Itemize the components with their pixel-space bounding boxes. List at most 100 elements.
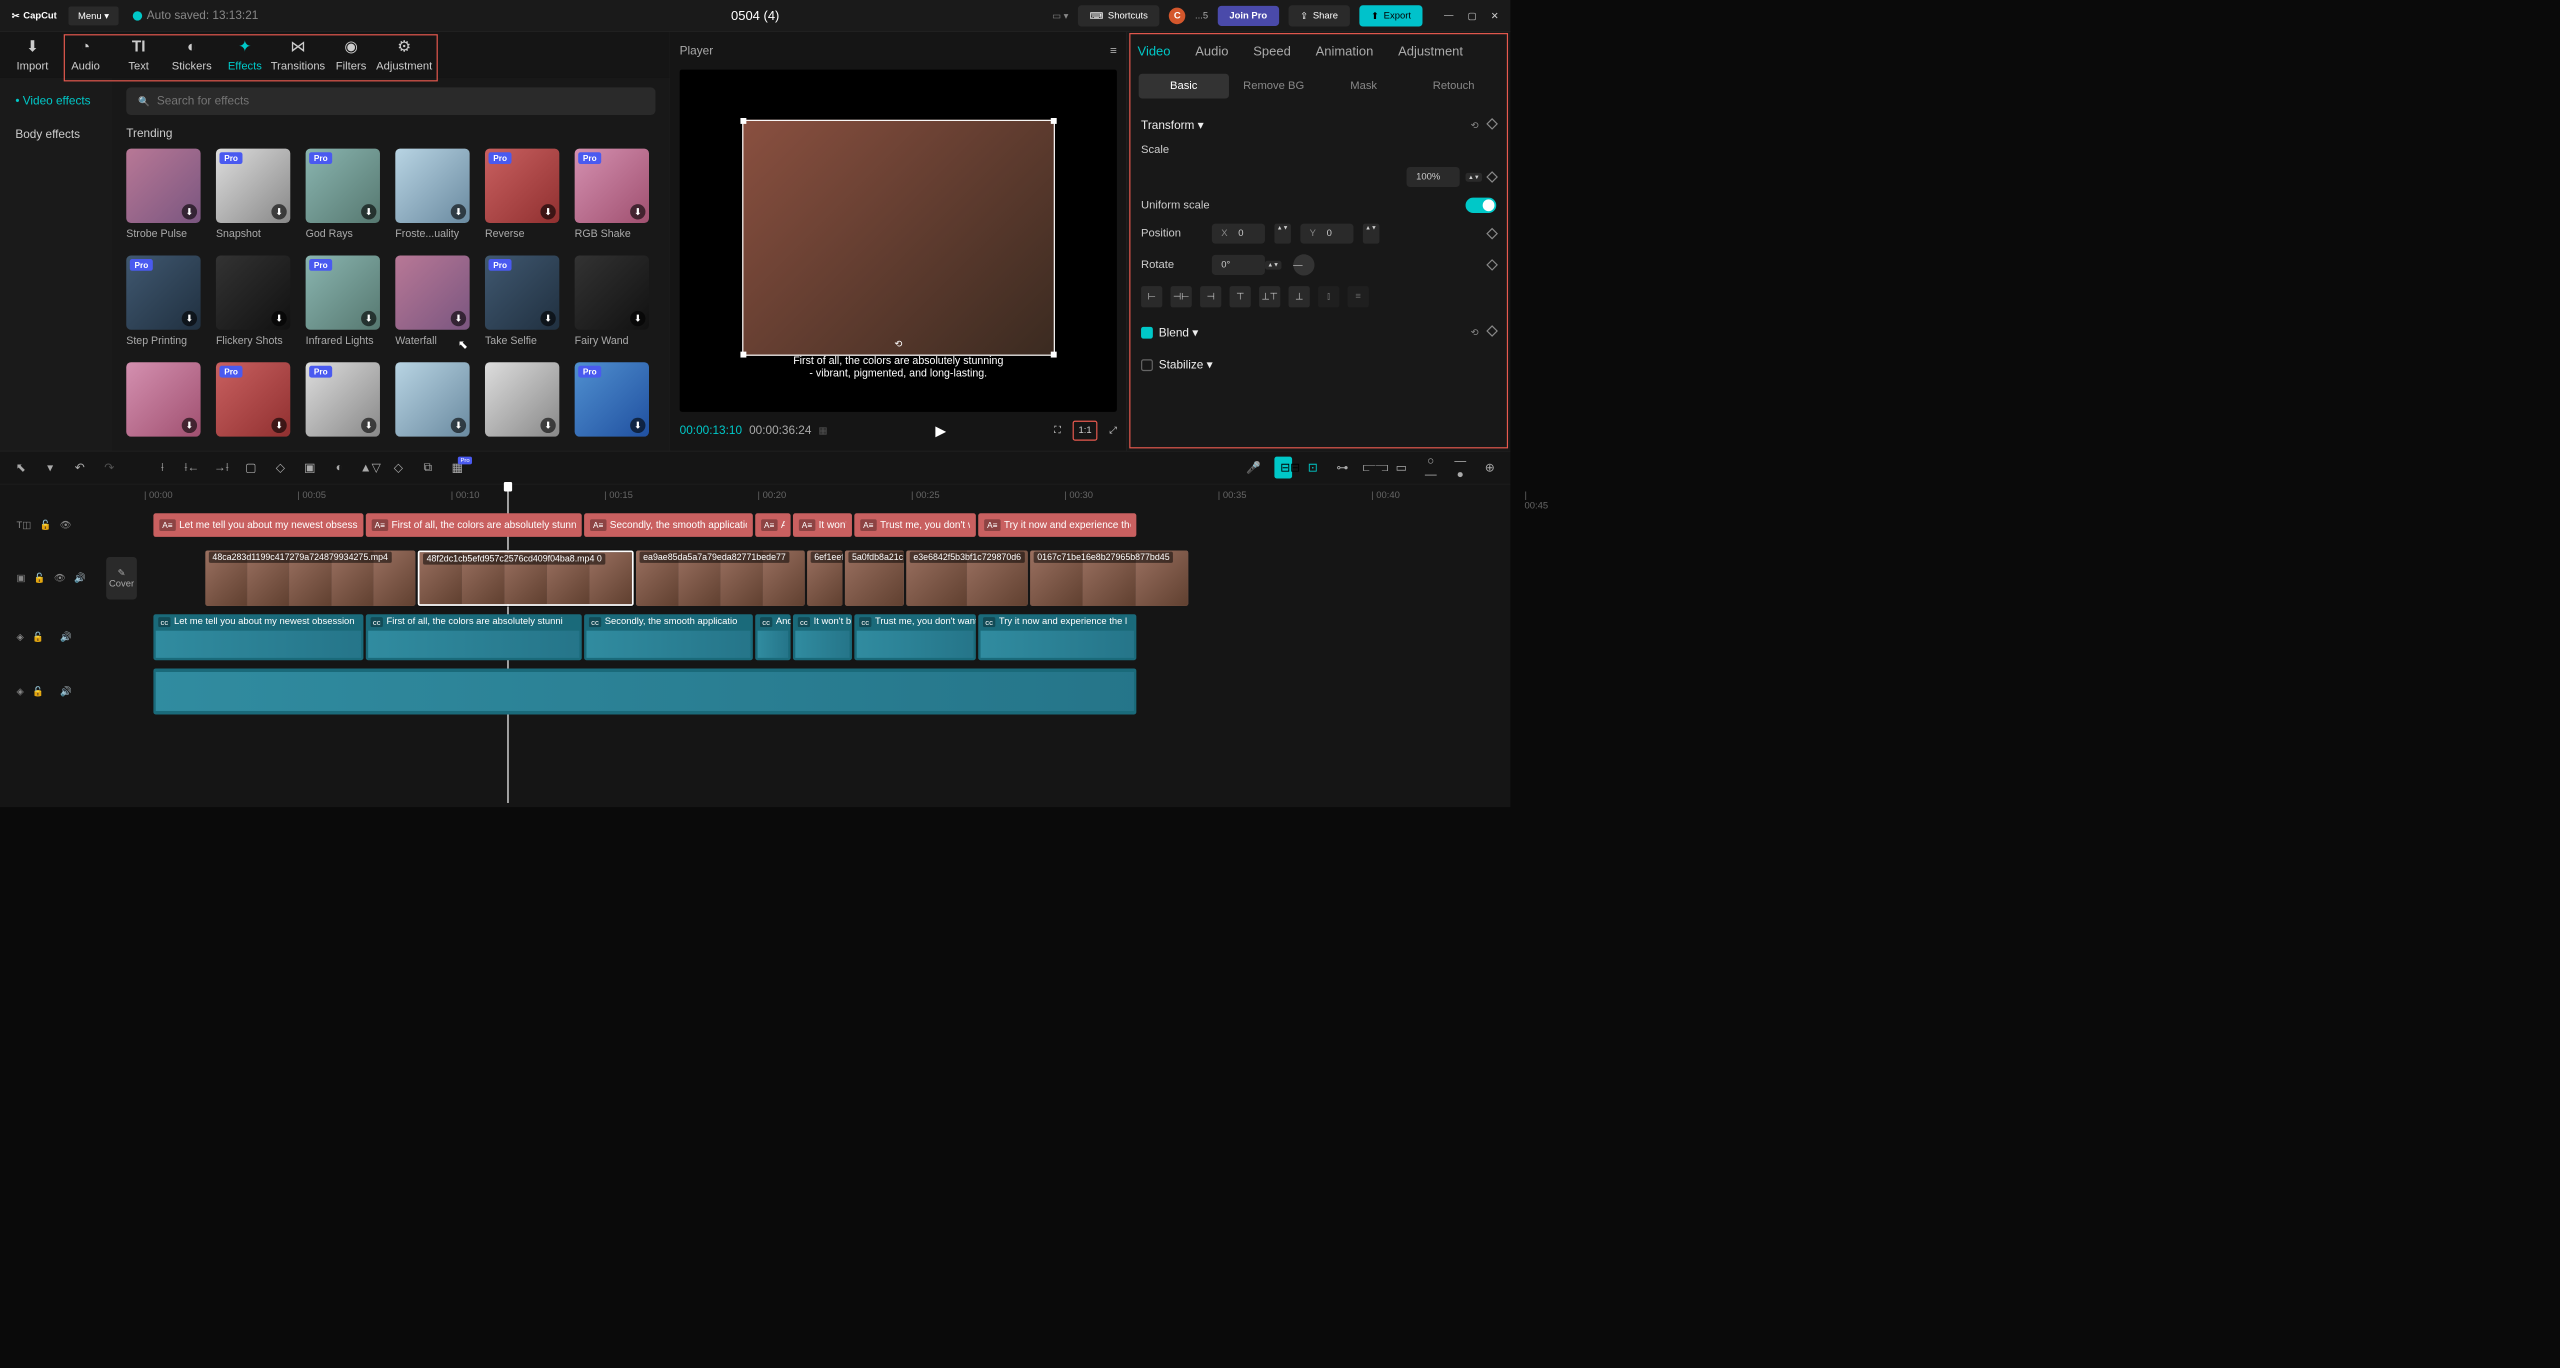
props-tab-audio[interactable]: Audio	[1193, 39, 1231, 64]
tab-filters[interactable]: ◉Filters	[325, 32, 378, 77]
align-center-h-icon[interactable]: ⊣⊢	[1171, 286, 1192, 307]
track-video-mute-icon[interactable]: 🔊	[74, 572, 86, 584]
snap-icon[interactable]: ⫍⫎	[1363, 461, 1381, 475]
track-text-type-icon[interactable]: T◫	[17, 519, 32, 531]
rotate-handle-icon[interactable]: ⟲	[894, 338, 902, 350]
props-tab-animation[interactable]: Animation	[1313, 39, 1375, 64]
effect-item[interactable]: Pro⬇Step Printing	[126, 255, 200, 346]
text-clip[interactable]: A≡Secondly, the smooth applicatio	[584, 513, 753, 537]
scale-value[interactable]: 100%	[1407, 167, 1460, 187]
effect-item[interactable]: ⬇Flickery Shots	[216, 255, 290, 346]
cover-button[interactable]: ✎Cover	[106, 557, 137, 599]
preview-icon[interactable]: ▭	[1392, 460, 1410, 475]
section-blend[interactable]: Blend ▾	[1159, 325, 1198, 340]
download-icon[interactable]: ⬇	[182, 311, 197, 326]
effect-item[interactable]: Pro⬇God Rays	[306, 149, 380, 240]
effect-item[interactable]: ⬇Froste...uality	[395, 149, 469, 240]
bookmark-icon[interactable]: ◇	[271, 460, 289, 475]
track-video-lock-icon[interactable]: 🔓	[34, 572, 46, 584]
props-tab-speed[interactable]: Speed	[1251, 39, 1293, 64]
props-tab-video[interactable]: Video	[1135, 39, 1173, 64]
section-transform[interactable]: Transform ▾	[1141, 118, 1204, 133]
track-audio1-mute-icon[interactable]: 🔊	[60, 631, 72, 643]
search-input-container[interactable]: 🔍	[126, 87, 655, 115]
speed-icon[interactable]: ◐	[330, 461, 348, 475]
download-icon[interactable]: ⬇	[361, 311, 376, 326]
tab-import[interactable]: ⬇Import	[6, 32, 59, 77]
keyframe-blend-icon[interactable]	[1486, 325, 1498, 337]
track-video-type-icon[interactable]: ▣	[17, 572, 26, 584]
subtab-retouch[interactable]: Retouch	[1409, 74, 1499, 99]
effect-item[interactable]: Pro⬇Snapshot	[216, 149, 290, 240]
redo-icon[interactable]: ↷	[100, 460, 118, 475]
maximize-icon[interactable]: ▢	[1468, 10, 1477, 22]
text-clip[interactable]: A≡And s	[755, 513, 790, 537]
ai-tool-icon[interactable]: ▦Pro	[448, 460, 466, 475]
align-center-v-icon[interactable]: ⊥⊤	[1259, 286, 1280, 307]
link-icon[interactable]: ⊶	[1333, 460, 1351, 475]
video-clip[interactable]: 48ca283d1199c417279a724879934275.mp4	[205, 550, 415, 605]
crop-icon[interactable]: ⧉	[419, 461, 437, 475]
link-highlight-icon[interactable]: ⊡	[1304, 460, 1322, 475]
effect-item[interactable]: Pro⬇Infrared Lights	[306, 255, 380, 346]
text-clip[interactable]: A≡First of all, the colors are absolutel…	[366, 513, 582, 537]
align-left-icon[interactable]: ⊢	[1141, 286, 1162, 307]
rotate-value[interactable]: 0°	[1212, 255, 1265, 275]
reset-icon[interactable]: ⟲	[1471, 119, 1479, 131]
track-text-lock-icon[interactable]: 🔓	[39, 519, 51, 531]
video-clip[interactable]: 0167c71be16e8b27965b877bd45	[1030, 550, 1188, 605]
join-pro-button[interactable]: Join Pro	[1218, 6, 1279, 26]
effect-item[interactable]: Pro⬇RGB Shake	[575, 149, 649, 240]
download-icon[interactable]: ⬇	[630, 204, 645, 219]
rotate-tool-icon[interactable]: ◇	[389, 460, 407, 475]
reset-blend-icon[interactable]: ⟲	[1471, 327, 1479, 339]
track-audio1-lock-icon[interactable]: 🔓	[32, 631, 44, 643]
tab-audio[interactable]: ◔Audio	[59, 32, 112, 77]
download-icon[interactable]: ⬇	[451, 204, 466, 219]
section-stabilize[interactable]: Stabilize ▾	[1159, 358, 1213, 373]
fullscreen-icon[interactable]: ⤢	[1109, 425, 1117, 436]
effect-item[interactable]: Pro⬇	[306, 362, 380, 441]
distribute-h-icon[interactable]: ⫾	[1318, 286, 1339, 307]
mic-icon[interactable]: 🎤	[1245, 460, 1263, 475]
track-audio2-type-icon[interactable]: ◈	[17, 686, 24, 698]
zoom-out-icon[interactable]: ○—	[1422, 454, 1440, 481]
effect-item[interactable]: Pro⬇Reverse	[485, 149, 559, 240]
rotate-stepper[interactable]: ▲▼	[1265, 260, 1281, 269]
audio-clip[interactable]: cc First of all, the colors are absolute…	[366, 614, 582, 660]
download-icon[interactable]: ⬇	[630, 418, 645, 433]
text-clip[interactable]: A≡Let me tell you about my newest obsess…	[153, 513, 363, 537]
position-y-input[interactable]: Y0	[1300, 224, 1353, 244]
share-button[interactable]: ⇪ Share	[1288, 5, 1349, 26]
position-x-stepper[interactable]: ▲▼	[1274, 224, 1290, 244]
video-clip[interactable]: 48f2dc1cb5efd957c2576cd409f04ba8.mp4 0	[418, 550, 634, 605]
subtab-removebg[interactable]: Remove BG	[1229, 74, 1319, 99]
video-clip[interactable]: e3e6842f5b3bf1c729870d6	[906, 550, 1028, 605]
checkbox-stabilize[interactable]	[1141, 359, 1153, 371]
subtab-mask[interactable]: Mask	[1319, 74, 1409, 99]
zoom-fit-icon[interactable]: ⊕	[1481, 460, 1499, 475]
tab-transitions[interactable]: ⋈Transitions	[271, 32, 324, 77]
download-icon[interactable]: ⬇	[271, 311, 286, 326]
sidebar-item-body-effects[interactable]: Body effects	[6, 121, 106, 149]
track-audio1-type-icon[interactable]: ◈	[17, 631, 24, 643]
tab-effects[interactable]: ✦Effects	[218, 32, 271, 77]
keyframe-diamond-icon[interactable]	[1486, 118, 1498, 130]
pointer-tool-icon[interactable]: ⬉	[12, 460, 30, 475]
subtab-basic[interactable]: Basic	[1139, 74, 1229, 99]
video-clip[interactable]: ea9ae85da5a7a79eda82771bede77	[636, 550, 805, 605]
toggle-uniform-scale[interactable]	[1466, 198, 1497, 213]
crop-frame-icon[interactable]: ▣	[301, 460, 319, 475]
audio-clip[interactable]: cc Let me tell you about my newest obses…	[153, 614, 363, 660]
split-right-icon[interactable]: →⟊	[212, 461, 230, 475]
keyframe-scale-icon[interactable]	[1486, 171, 1498, 183]
text-clip[interactable]: A≡It won't b	[793, 513, 852, 537]
effect-item[interactable]: Pro⬇	[216, 362, 290, 441]
video-clip[interactable]: 6ef1eef4	[807, 550, 842, 605]
layout-icon[interactable]: ▭ ▾	[1052, 10, 1068, 22]
minimize-icon[interactable]: —	[1444, 10, 1453, 22]
effect-item[interactable]: ⬇	[485, 362, 559, 441]
play-button[interactable]: ▶	[835, 422, 1048, 439]
checkbox-blend[interactable]	[1141, 327, 1153, 339]
align-bottom-icon[interactable]: ⊥	[1289, 286, 1310, 307]
